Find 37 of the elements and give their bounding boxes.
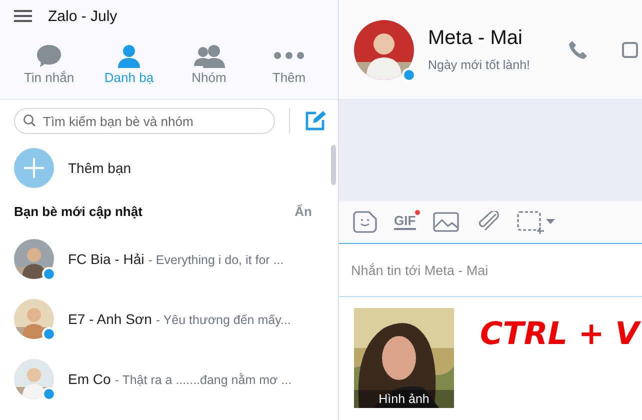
compose-icon[interactable] <box>304 110 326 132</box>
contact-row[interactable]: Em Co - Thật ra a .......đang nằm mơ ... <box>0 349 338 409</box>
search-field[interactable]: Tìm kiếm bạn bè và nhóm <box>14 108 275 134</box>
contact-status: - Everything i do, it for ... <box>148 253 284 267</box>
contact-name: E7 - Anh Sơn <box>68 311 152 327</box>
window-title: Zalo - July <box>48 8 118 24</box>
image-caption: Hình ảnh <box>378 392 430 406</box>
contact-status: - Yêu thương đến mấy... <box>156 313 291 327</box>
tab[interactable]: Tin nhắn <box>10 44 88 85</box>
person-icon <box>116 44 142 68</box>
people-icon <box>193 44 225 68</box>
chat-bubble-icon <box>36 44 62 68</box>
shortcut-annotation: CTRL + V <box>480 316 640 352</box>
phone-icon[interactable] <box>568 40 588 60</box>
chat-name: Meta - Mai <box>428 27 524 50</box>
tab[interactable]: Thêm <box>250 44 328 85</box>
tab[interactable]: Nhóm <box>170 44 248 85</box>
contact-name: FC Bia - Hải <box>68 251 144 267</box>
more-icon <box>274 52 304 59</box>
sticker-icon[interactable] <box>353 211 377 233</box>
contact-row[interactable]: FC Bia - Hải - Everything i do, it for ... <box>0 229 338 289</box>
contact-name: Em Co <box>68 371 111 387</box>
chat-status: Ngày mới tốt lành! <box>428 58 531 72</box>
image-icon[interactable] <box>432 212 459 232</box>
contact-row[interactable]: E7 - Anh Sơn - Yêu thương đến mấy... <box>0 289 338 349</box>
scrollbar[interactable] <box>331 145 336 185</box>
add-friend-label[interactable]: Thêm bạn <box>68 160 132 176</box>
search-icon <box>23 114 36 127</box>
hide-link[interactable]: Ẩn <box>294 204 312 219</box>
tab[interactable]: Danh bạ <box>90 44 168 85</box>
contact-status: - Thật ra a .......đang nằm mơ ... <box>114 373 292 387</box>
add-icon[interactable] <box>14 148 54 188</box>
gif-button[interactable]: GIF <box>394 214 416 230</box>
image-attachment[interactable]: Hình ảnh <box>354 308 454 408</box>
section-title: Bạn bè mới cập nhật <box>14 204 142 219</box>
menu-icon[interactable] <box>14 10 32 22</box>
screenshot-icon[interactable] <box>516 210 557 234</box>
